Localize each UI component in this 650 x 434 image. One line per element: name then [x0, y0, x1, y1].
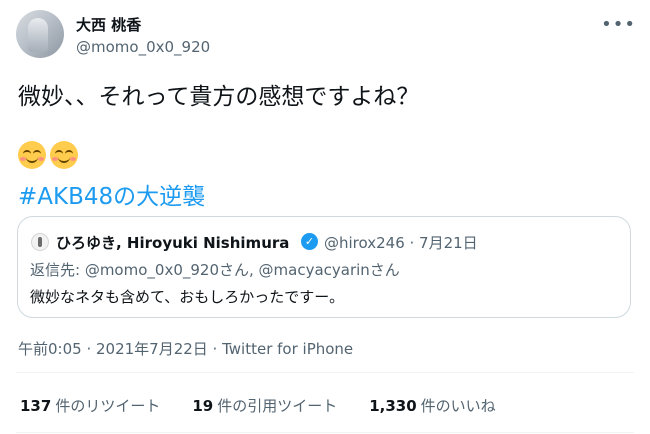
retweets-count: 137	[20, 397, 52, 415]
quoted-author-name: ひろゆき, Hiroyuki Nishimura	[56, 234, 290, 252]
tweet-timestamp[interactable]: 午前0:05 · 2021年7月22日 · Twitter for iPhone	[18, 338, 353, 359]
quotes-count: 19	[192, 397, 214, 415]
divider	[16, 372, 634, 373]
likes-label: 件のいいね	[420, 397, 496, 415]
smiling-face-with-blush-icon	[50, 141, 78, 169]
author-display-name[interactable]: 大西 桃香	[76, 14, 141, 35]
quoted-tweet-card[interactable]: ひろゆき, Hiroyuki Nishimura ✓ @hirox246 · 7…	[17, 216, 631, 318]
quotes-label: 件の引用ツイート	[217, 397, 338, 415]
quoted-tweet-text: 微妙なネタも含めて、おもしろかったですー。	[30, 288, 345, 306]
retweets-stat[interactable]: 137 件のリツイート	[20, 395, 160, 416]
tweet-text: 微妙、、それって貴方の感想ですよね？	[18, 84, 420, 110]
likes-count: 1,330	[369, 397, 417, 415]
more-icon[interactable]: •••	[601, 14, 636, 35]
divider	[16, 432, 634, 433]
author-handle[interactable]: @momo_0x0_920	[76, 38, 210, 56]
author-avatar[interactable]	[16, 10, 64, 58]
quoted-tweet-meta: @hirox246 · 7月21日	[324, 234, 478, 252]
engagement-stats: 137 件のリツイート 19 件の引用ツイート 1,330 件のいいね	[20, 395, 496, 416]
retweets-label: 件のリツイート	[55, 397, 161, 415]
emoji-row	[18, 141, 78, 169]
quotes-stat[interactable]: 19 件の引用ツイート	[192, 395, 337, 416]
verified-badge-icon: ✓	[301, 233, 318, 250]
hashtag-link[interactable]: #AKB48の大逆襲	[18, 177, 205, 211]
quoted-reply-to: 返信先: @momo_0x0_920さん, @macyacyarinさん	[30, 261, 400, 279]
avatar-figure	[28, 18, 48, 52]
quoted-author-avatar	[31, 233, 49, 251]
likes-stat[interactable]: 1,330 件のいいね	[369, 395, 495, 416]
smiling-face-with-blush-icon	[18, 141, 46, 169]
